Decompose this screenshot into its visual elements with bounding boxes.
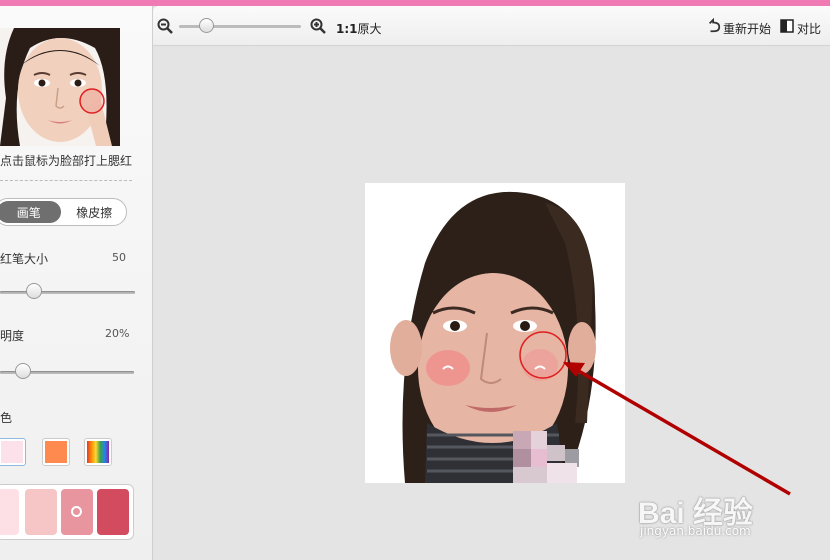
actual-size-mark: 1:1	[336, 22, 358, 36]
sidebar: 点击鼠标为脸部打上腮红 画笔 橡皮擦 红笔大小 50 明度 20% 色	[0, 6, 153, 560]
color-label: 色	[0, 411, 13, 425]
brush-size-slider-handle[interactable]	[26, 283, 43, 299]
brush-button[interactable]: 画笔	[0, 201, 61, 223]
palette-color-4[interactable]	[97, 489, 129, 535]
brush-size-value: 50	[112, 251, 126, 264]
opacity-slider-handle[interactable]	[15, 363, 32, 379]
compare-icon[interactable]	[780, 18, 794, 34]
opacity-label: 明度	[0, 329, 25, 343]
example-preview-image	[0, 28, 120, 146]
zoom-in-icon[interactable]	[310, 18, 326, 34]
restart-button[interactable]: 重新开始	[723, 20, 771, 37]
eraser-button[interactable]: 橡皮擦	[63, 199, 127, 225]
actual-size-button[interactable]: 1:1原大	[336, 20, 382, 37]
zoom-slider[interactable]	[179, 25, 301, 28]
baidu-watermark: Bai 经验 jingyan.baidu.com	[638, 488, 798, 548]
actual-size-label: 原大	[357, 22, 382, 36]
swatch-orange[interactable]	[42, 438, 70, 466]
palette-color-1[interactable]	[0, 489, 19, 535]
selected-indicator-icon	[71, 506, 82, 517]
restart-icon[interactable]	[707, 18, 721, 34]
watermark-url: jingyan.baidu.com	[640, 524, 751, 538]
opacity-value: 20%	[105, 327, 130, 340]
instruction-text: 点击鼠标为脸部打上腮红	[0, 154, 133, 168]
divider	[0, 180, 132, 181]
toolbar: 1:1原大 重新开始 对比	[153, 6, 830, 46]
swatch-light-pink[interactable]	[0, 438, 26, 466]
brush-size-label: 红笔大小	[0, 252, 49, 266]
brush-size-slider[interactable]	[0, 291, 135, 294]
palette-color-3[interactable]	[61, 489, 93, 535]
palette-color-2[interactable]	[25, 489, 57, 535]
blush-palette	[0, 484, 134, 540]
swatch-rainbow[interactable]	[84, 438, 112, 466]
zoom-slider-handle[interactable]	[199, 18, 214, 33]
editing-photo[interactable]	[365, 183, 625, 483]
zoom-out-icon[interactable]	[157, 18, 173, 34]
compare-button[interactable]: 对比	[797, 20, 821, 37]
brush-mode-toggle: 画笔 橡皮擦	[0, 198, 127, 226]
